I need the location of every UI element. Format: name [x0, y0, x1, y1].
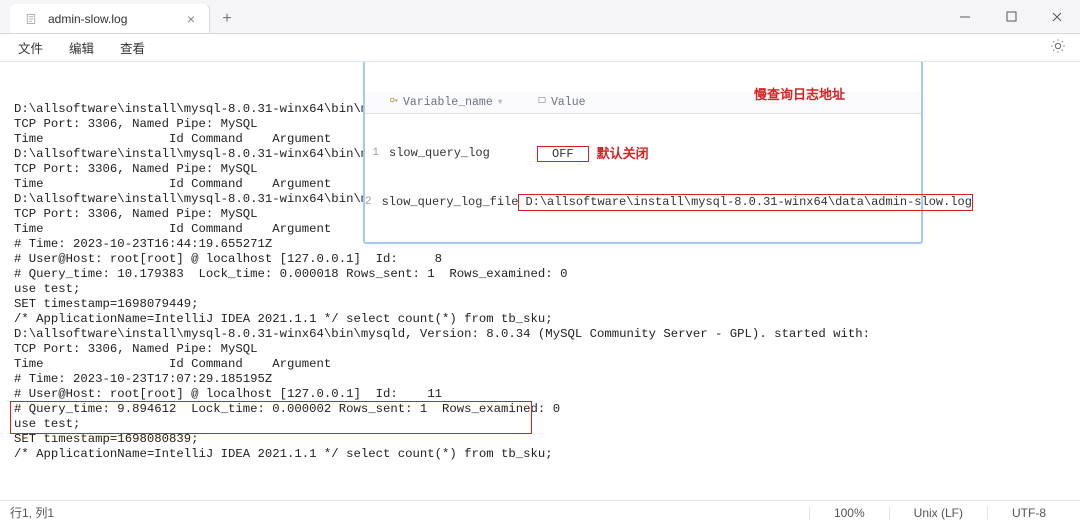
- menubar: 文件 编辑 查看: [0, 34, 1080, 62]
- log-line: Time Id Command Argument: [14, 357, 1066, 372]
- cursor-position: 行1, 列1: [10, 504, 54, 521]
- menu-edit[interactable]: 编辑: [59, 34, 104, 61]
- key-icon: [389, 95, 399, 110]
- log-line: SET timestamp=1698079449;: [14, 297, 1066, 312]
- titlebar: admin-slow.log × +: [0, 0, 1080, 34]
- var-name: slow_query_log_file: [376, 195, 519, 210]
- eol-mode[interactable]: Unix (LF): [889, 506, 987, 520]
- menu-view[interactable]: 查看: [110, 34, 155, 61]
- file-icon: [24, 12, 38, 26]
- settings-button[interactable]: [1050, 38, 1066, 57]
- close-tab-button[interactable]: ×: [187, 11, 195, 27]
- log-line: use test;: [14, 282, 1066, 297]
- log-line: # User@Host: root[root] @ localhost [127…: [14, 387, 1066, 402]
- overlay-col1-header: Variable_name: [403, 95, 493, 110]
- value-icon: [537, 95, 547, 110]
- log-line: /* ApplicationName=IntelliJ IDEA 2021.1.…: [14, 312, 1066, 327]
- tab-title: admin-slow.log: [48, 12, 127, 26]
- var-name: slow_query_log: [383, 146, 531, 161]
- log-line: # Query_time: 10.179383 Lock_time: 0.000…: [14, 267, 1066, 282]
- var-value: D:\allsoftware\install\mysql-8.0.31-winx…: [518, 194, 972, 211]
- overlay-row: 2 slow_query_log_file D:\allsoftware\ins…: [365, 193, 921, 212]
- log-line: # Time: 2023-10-23T17:07:29.185195Z: [14, 372, 1066, 387]
- log-line: TCP Port: 3306, Named Pipe: MySQL: [14, 342, 1066, 357]
- row-number: 1: [365, 146, 383, 161]
- menu-file[interactable]: 文件: [8, 34, 53, 61]
- var-value: OFF: [537, 146, 589, 162]
- statusbar: 行1, 列1 100% Unix (LF) UTF-8: [0, 500, 1080, 524]
- overlay-row: 1 slow_query_log OFF 默认关闭: [365, 144, 921, 163]
- log-line: SET timestamp=1698080839;: [14, 432, 1066, 447]
- log-line: use test;: [14, 417, 1066, 432]
- log-line: /* ApplicationName=IntelliJ IDEA 2021.1.…: [14, 447, 1066, 462]
- overlay-col2-header: Value: [551, 95, 586, 110]
- maximize-button[interactable]: [988, 0, 1034, 33]
- zoom-level[interactable]: 100%: [809, 506, 889, 520]
- log-line: # Query_time: 9.894612 Lock_time: 0.0000…: [14, 402, 1066, 417]
- minimize-button[interactable]: [942, 0, 988, 33]
- log-line: # User@Host: root[root] @ localhost [127…: [14, 252, 1066, 267]
- window-controls: [942, 0, 1080, 33]
- row-number: 2: [365, 195, 376, 210]
- filter-icon[interactable]: ▾: [497, 95, 504, 110]
- editor-content[interactable]: D:\allsoftware\install\mysql-8.0.31-winx…: [0, 62, 1080, 502]
- encoding[interactable]: UTF-8: [987, 506, 1070, 520]
- new-tab-button[interactable]: +: [210, 4, 244, 33]
- annotation: 默认关闭: [597, 146, 649, 161]
- log-line: D:\allsoftware\install\mysql-8.0.31-winx…: [14, 327, 1066, 342]
- close-window-button[interactable]: [1034, 0, 1080, 33]
- file-tab[interactable]: admin-slow.log ×: [10, 4, 210, 33]
- overlay-title-annotation: 慢查询日志地址: [754, 87, 845, 102]
